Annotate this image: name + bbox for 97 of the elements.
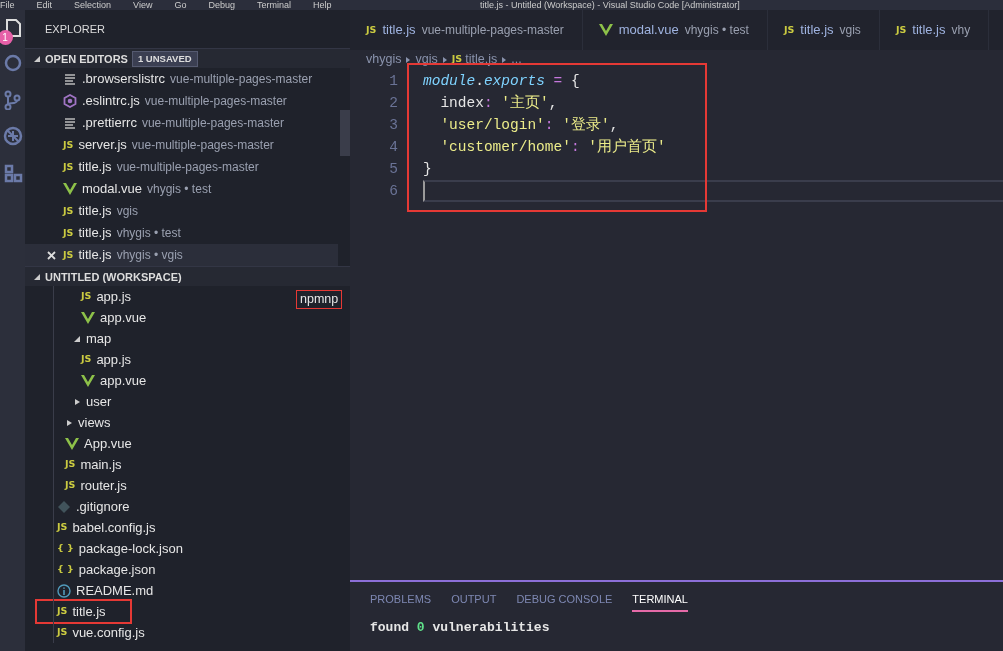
breadcrumb-item[interactable]: ... — [511, 50, 522, 69]
chevron-right-icon — [405, 55, 412, 64]
js-file-icon: JS — [63, 247, 74, 263]
scrollbar-thumb[interactable] — [340, 110, 350, 156]
open-editor-item[interactable]: .prettierrc vue-multiple-pages-master — [25, 112, 338, 134]
open-editor-item[interactable]: JS title.js vhygis • vgis — [25, 244, 338, 266]
open-editor-item[interactable]: JS title.js vue-multiple-pages-master — [25, 156, 338, 178]
workspace-header[interactable]: UNTITLED (WORKSPACE) — [25, 266, 350, 286]
menu-item[interactable]: Edit — [36, 0, 53, 10]
open-editor-item[interactable]: JS title.js vhygis • test — [25, 222, 338, 244]
menu-item[interactable]: File — [0, 0, 15, 10]
explorer-entry[interactable]: app.vue — [25, 307, 147, 328]
explorer-entry[interactable]: App.vue — [25, 433, 132, 454]
explorer-entry[interactable]: JS app.js — [25, 349, 132, 370]
open-editor-item[interactable]: modal.vue vhygis • test — [25, 178, 338, 200]
explorer-entry[interactable]: JS app.js — [25, 286, 132, 307]
terminal-line: found 0 vulnerabilities — [369, 619, 551, 637]
source-control-icon — [2, 89, 23, 110]
vue-logo-icon — [598, 23, 613, 37]
section-title: UNTITLED (WORKSPACE) — [45, 269, 182, 285]
panel-tab[interactable]: PROBLEMS — [370, 587, 432, 613]
js-file-icon: JS — [65, 457, 76, 472]
panel-tab[interactable]: DEBUG CONSOLE — [516, 587, 613, 613]
explorer-entry[interactable]: JS babel.config.js — [25, 517, 156, 538]
explorer-folder[interactable]: user — [25, 391, 112, 412]
braces-icon: { } — [57, 541, 74, 556]
vue-logo-icon — [81, 310, 95, 325]
open-editor-item[interactable]: .eslintrc.js vue-multiple-pages-master — [25, 90, 338, 112]
line-number: 6 — [388, 182, 398, 201]
js-file-icon: JS — [57, 625, 68, 640]
line-number: 4 — [388, 138, 398, 157]
explorer-entry[interactable]: .gitignore — [25, 496, 130, 517]
explorer-folder[interactable]: views — [25, 412, 111, 433]
js-file-icon: JS — [366, 22, 377, 38]
vue-logo-icon — [81, 373, 95, 388]
js-file-icon: JS — [63, 225, 74, 241]
sidebar-title: EXPLORER — [44, 22, 106, 37]
code-line: index: '主页', — [439, 93, 558, 113]
explorer-entry[interactable]: JS vue.config.js — [25, 622, 145, 643]
code-line: 'customer/home': '用户首页' — [439, 137, 666, 157]
section-title: OPEN EDITORS — [45, 51, 128, 67]
braces-icon: { } — [57, 562, 74, 577]
open-editor-item[interactable]: JS title.js vgis — [25, 200, 338, 222]
diamond-icon — [57, 499, 71, 514]
js-file-icon: JS — [57, 520, 68, 535]
panel-tab[interactable]: OUTPUT — [451, 587, 497, 613]
lines-icon — [63, 72, 77, 86]
js-file-icon: JS — [81, 289, 92, 304]
code-line: 'user/login': '登录', — [439, 116, 619, 135]
explorer-entry[interactable]: app.vue — [25, 370, 147, 391]
js-file-icon: JS — [63, 159, 74, 175]
menu-item[interactable]: Debug — [208, 0, 235, 10]
explorer-entry[interactable]: JS title.js — [35, 599, 132, 624]
hexagon-icon — [63, 94, 77, 108]
js-file-icon: JS — [81, 352, 92, 367]
line-number: 1 — [388, 72, 398, 91]
js-file-icon: JS — [63, 137, 74, 153]
window-title: title.js - Untitled (Workspace) - Visual Studio Code [Administrator] — [480, 0, 740, 10]
menu-item[interactable]: Help — [313, 0, 332, 10]
chevron-right-icon — [441, 55, 448, 64]
unsaved-badge: 1 UNSAVED — [131, 50, 198, 67]
menu-item[interactable]: Terminal — [256, 0, 291, 10]
code-line: module.exports = { — [423, 72, 580, 91]
open-editors-header[interactable]: OPEN EDITORS 1 UNSAVED — [25, 48, 350, 68]
js-file-icon: JS — [783, 22, 795, 38]
lines-icon — [63, 116, 77, 130]
explorer-entry[interactable]: { } package.json — [25, 559, 156, 580]
explorer-entry[interactable]: JS main.js — [25, 454, 122, 475]
search-icon — [2, 53, 23, 74]
breadcrumb-item[interactable]: vhygis — [366, 50, 402, 69]
close-icon — [47, 250, 56, 260]
annotation-label: npmnp — [296, 290, 343, 309]
menu-item[interactable]: Selection — [74, 0, 112, 10]
notification-badge: 1 — [0, 30, 13, 45]
vue-logo-icon — [63, 182, 77, 196]
explorer-entry[interactable]: README.md — [25, 580, 154, 601]
menu-item[interactable]: View — [133, 0, 153, 10]
open-editor-item[interactable]: JS server.js vue-multiple-pages-master — [25, 134, 338, 156]
line-number: 5 — [388, 160, 398, 179]
explorer-entry[interactable]: { } package-lock.json — [25, 538, 183, 559]
js-file-icon: JS — [65, 478, 76, 493]
line-number: 3 — [388, 116, 398, 135]
debug-icon — [2, 126, 23, 147]
explorer-entry[interactable]: JS router.js — [25, 475, 127, 496]
explorer-folder[interactable]: map — [25, 328, 112, 349]
line-number: 2 — [388, 94, 398, 113]
js-file-icon: JS — [63, 203, 74, 219]
extensions-icon — [2, 162, 23, 183]
code-line: } — [423, 160, 432, 179]
panel-tab[interactable]: TERMINAL — [632, 587, 688, 613]
js-file-icon: JS — [57, 604, 68, 619]
vue-logo-icon — [65, 436, 79, 451]
info-icon — [57, 583, 71, 598]
open-editor-item[interactable]: .browserslistrc vue-multiple-pages-master — [25, 68, 338, 90]
js-file-icon: JS — [895, 22, 907, 38]
menu-item[interactable]: Go — [174, 0, 187, 10]
chevron-right-icon — [501, 55, 508, 64]
